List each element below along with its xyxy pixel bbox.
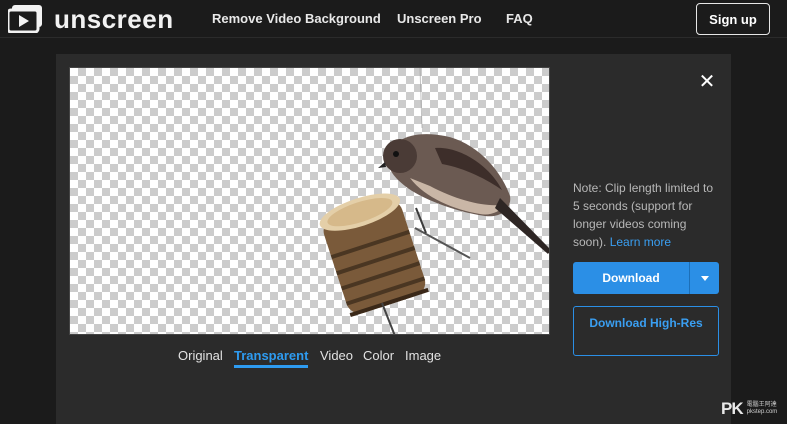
tab-transparent[interactable]: Transparent <box>234 348 308 364</box>
top-navigation-bar: unscreen Remove Video Background Unscree… <box>0 0 787 38</box>
sign-up-button[interactable]: Sign up <box>696 3 770 35</box>
learn-more-link[interactable]: Learn more <box>610 235 671 249</box>
download-button[interactable]: Download <box>573 262 689 294</box>
watermark-logo: PK <box>721 399 744 418</box>
logo-play-icon <box>6 5 44 34</box>
bird-on-feeder-image <box>319 68 549 334</box>
site-watermark: PK 電腦王阿達 pkstep.com <box>721 397 787 421</box>
download-high-res-button[interactable]: Download High-Res <box>573 306 719 356</box>
download-options-dropdown[interactable] <box>689 262 719 294</box>
watermark-text: 電腦王阿達 pkstep.com <box>747 402 778 416</box>
download-button-group: Download <box>573 262 719 294</box>
tab-original[interactable]: Original <box>178 348 223 364</box>
tab-color[interactable]: Color <box>363 348 394 364</box>
nav-faq[interactable]: FAQ <box>506 11 533 27</box>
transparent-preview-canvas <box>69 67 550 335</box>
close-icon[interactable]: ✕ <box>698 72 716 92</box>
clip-length-note: Note: Clip length limited to 5 seconds (… <box>573 179 723 251</box>
tab-video[interactable]: Video <box>320 348 353 364</box>
brand-name: unscreen <box>54 4 174 34</box>
unscreen-logo[interactable]: unscreen <box>6 4 174 34</box>
active-tab-indicator <box>234 365 308 368</box>
watermark-line-2: pkstep.com <box>746 409 778 415</box>
tab-image[interactable]: Image <box>405 348 441 364</box>
nav-remove-video-background[interactable]: Remove Video Background <box>212 11 381 27</box>
chevron-down-icon <box>700 275 709 281</box>
nav-unscreen-pro[interactable]: Unscreen Pro <box>397 11 482 27</box>
watermark-line-1: 電腦王阿達 <box>746 402 777 408</box>
